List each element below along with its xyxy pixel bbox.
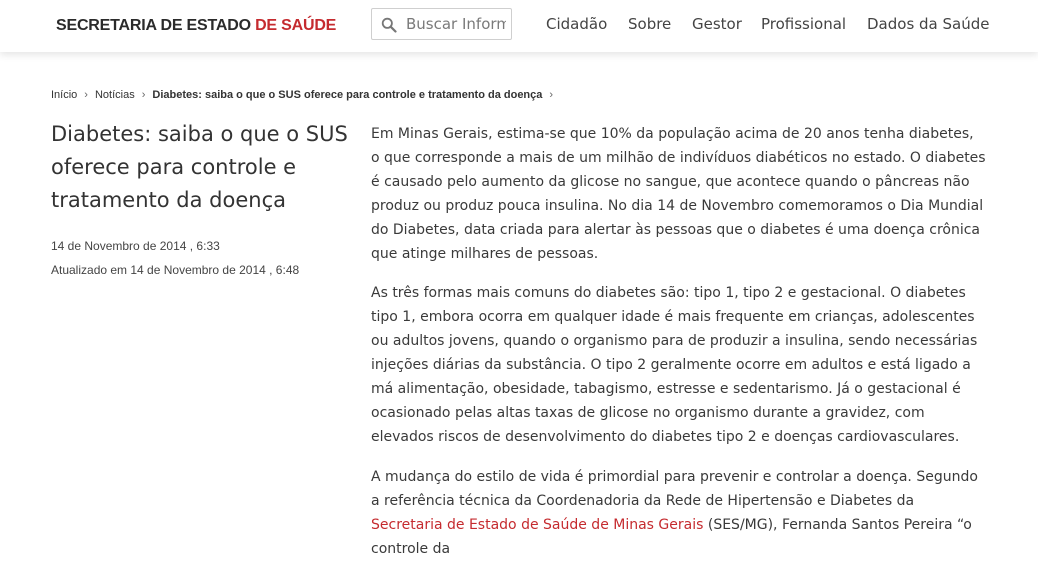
breadcrumb-home[interactable]: Início [51,89,77,101]
breadcrumb-separator: › [84,89,88,101]
site-logo[interactable]: SECRETARIA DE ESTADO DE SAÚDE [56,17,336,35]
nav-profissional[interactable]: Profissional [761,15,846,33]
breadcrumb-separator: › [141,89,146,101]
search-icon[interactable] [381,17,397,33]
article-paragraph: Em Minas Gerais, estima-se que 10% da po… [371,126,986,262]
nav-dados-da-saude[interactable]: Dados da Saúde [867,15,989,33]
article-body: Em Minas Gerais, estima-se que 10% da po… [371,123,986,577]
search-input[interactable] [406,12,506,36]
nav-sobre[interactable]: Sobre [628,15,671,33]
nav-gestor[interactable]: Gestor [692,15,742,33]
brand-accent-text: DE SAÚDE [255,17,337,34]
search-box[interactable] [371,8,512,40]
article-paragraph: A mudança do estilo de vida é primordial… [371,466,986,562]
page-title: Diabetes: saiba o que o SUS oferece para… [51,122,348,212]
updated-date: Atualizado em 14 de Novembro de 2014 , 6… [51,263,300,277]
breadcrumb-current: Diabetes: saiba o que o SUS oferece para… [152,89,543,101]
nav-cidadao[interactable]: Cidadão [546,15,607,33]
ses-mg-link[interactable]: Secretaria de Estado de Saúde de Minas G… [371,517,703,533]
published-date: 14 de Novembro de 2014 , 6:33 [51,239,220,253]
site-header: SECRETARIA DE ESTADO DE SAÚDE Cidadão So… [0,0,1038,52]
breadcrumb-separator: › [549,89,554,101]
paragraph-text: A mudança do estilo de vida é primordial… [371,468,978,509]
breadcrumb-noticias[interactable]: Notícias [95,89,135,101]
article-paragraph: As três formas mais comuns do diabetes s… [371,285,978,445]
breadcrumb: Início › Notícias › Diabetes: saiba o que o … [51,89,560,101]
brand-text: SECRETARIA DE ESTADO [56,17,256,34]
